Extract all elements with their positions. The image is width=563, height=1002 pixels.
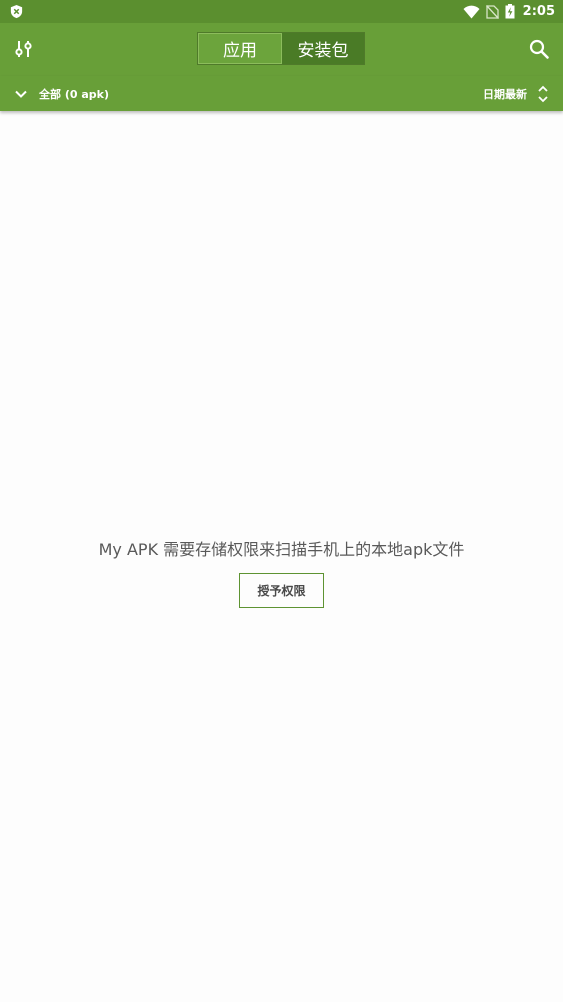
filter-bar: 全部 (0 apk) 日期最新 bbox=[0, 76, 563, 111]
tune-icon[interactable] bbox=[12, 37, 36, 61]
status-bar: 2:05 bbox=[0, 0, 563, 23]
battery-charging-icon bbox=[505, 4, 515, 19]
filter-dropdown[interactable]: 全部 (0 apk) bbox=[14, 76, 109, 111]
no-sim-icon bbox=[485, 4, 499, 19]
tab-apps[interactable]: 应用 bbox=[198, 33, 282, 64]
tab-apks[interactable]: 安装包 bbox=[282, 33, 364, 64]
app-toolbar: 应用 安装包 bbox=[0, 23, 563, 76]
sort-up-down-icon bbox=[538, 85, 548, 102]
search-icon[interactable] bbox=[527, 37, 551, 61]
view-switcher: 应用 安装包 bbox=[197, 32, 365, 65]
shield-icon bbox=[10, 4, 23, 19]
permission-message: My APK 需要存储权限来扫描手机上的本地apk文件 bbox=[98, 540, 465, 559]
chevron-down-icon bbox=[15, 90, 27, 98]
filter-label: 全部 (0 apk) bbox=[39, 87, 109, 101]
clock-time: 2:05 bbox=[522, 4, 555, 19]
sort-selector[interactable]: 日期最新 bbox=[483, 76, 549, 111]
grant-permission-button[interactable]: 授予权限 bbox=[239, 573, 324, 608]
wifi-icon bbox=[463, 5, 480, 18]
sort-label: 日期最新 bbox=[483, 87, 527, 101]
